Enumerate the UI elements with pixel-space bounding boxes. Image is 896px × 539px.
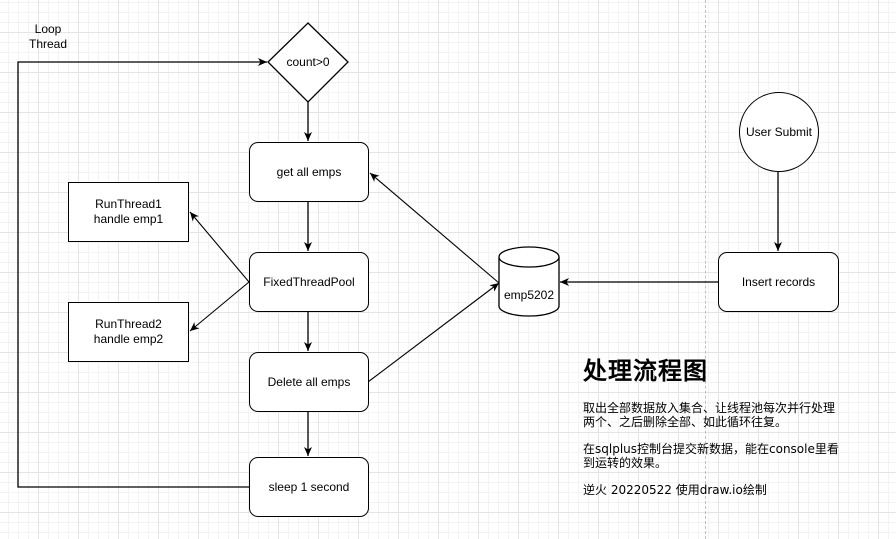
delete-all-emps-text: Delete all emps	[267, 374, 351, 389]
run-thread-2-text: RunThread2 handle emp2	[93, 317, 164, 346]
delete-all-emps-node[interactable]: Delete all emps	[249, 352, 369, 412]
edge-delete-to-db[interactable]	[367, 282, 500, 383]
run-thread-1-text: RunThread1 handle emp1	[93, 197, 164, 226]
database-label: emp5202	[499, 288, 559, 303]
database-cylinder[interactable]	[498, 246, 560, 317]
notes-heading: 处理流程图	[583, 357, 708, 385]
fixed-thread-pool-text: FixedThreadPool	[263, 274, 355, 289]
run-thread-1-node[interactable]: RunThread1 handle emp1	[68, 182, 189, 242]
get-all-emps-node[interactable]: get all emps	[249, 142, 369, 202]
notes-paragraph-1: 取出全部数据放入集合、让线程池每次并行处理两个、之后删除全部、如此循环往复。	[583, 401, 836, 429]
fixed-thread-pool-node[interactable]: FixedThreadPool	[249, 252, 369, 312]
sleep-text: sleep 1 second	[268, 479, 350, 494]
database-text: emp5202	[503, 288, 555, 302]
run-thread-2-node[interactable]: RunThread2 handle emp2	[68, 302, 189, 362]
get-all-emps-text: get all emps	[276, 164, 342, 179]
notes-paragraph-2: 在sqlplus控制台提交新数据，能在console里看到运转的效果。	[583, 442, 839, 470]
user-submit-text: User Submit	[745, 124, 813, 139]
sleep-node[interactable]: sleep 1 second	[249, 457, 369, 517]
edge-pool-to-run1[interactable]	[189, 211, 250, 283]
user-submit-node[interactable]: User Submit	[739, 92, 819, 172]
insert-records-text: Insert records	[741, 274, 816, 289]
loop-thread-label: Loop Thread	[18, 22, 78, 52]
notes-paragraph-3: 逆火 20220522 使用draw.io绘制	[583, 483, 767, 497]
decision-label: count>0	[268, 55, 348, 70]
edge-db-to-get-all[interactable]	[369, 172, 500, 284]
decision-text: count>0	[286, 55, 330, 69]
insert-records-node[interactable]: Insert records	[718, 252, 839, 312]
notes-block: 处理流程图 取出全部数据放入集合、让线程池每次并行处理两个、之后删除全部、如此循…	[583, 355, 843, 510]
edge-loop-back[interactable]	[17, 58, 267, 488]
edge-pool-to-run2[interactable]	[189, 281, 250, 332]
loop-thread-label-text: Loop Thread	[28, 22, 68, 51]
